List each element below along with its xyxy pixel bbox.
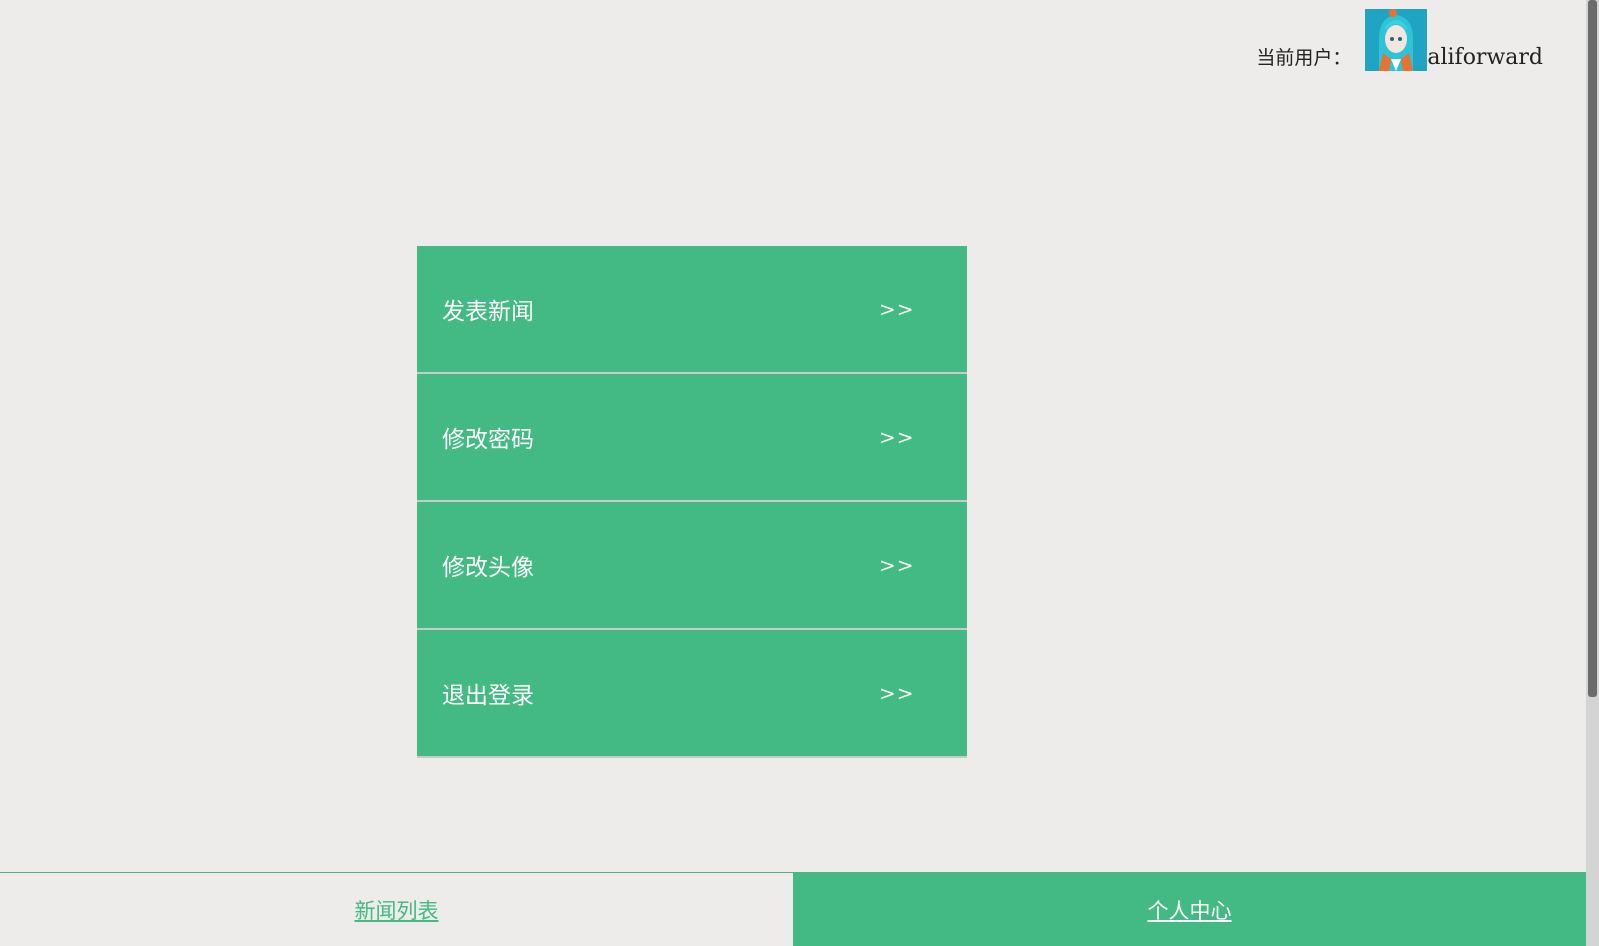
menu-item-change-password[interactable]: 修改密码 >> bbox=[417, 374, 967, 502]
menu-item-label: 修改头像 bbox=[442, 555, 534, 581]
tab-personal-center[interactable]: 个人中心 bbox=[793, 873, 1586, 946]
menu-item-publish-news[interactable]: 发表新闻 >> bbox=[417, 246, 967, 374]
menu-item-logout[interactable]: 退出登录 >> bbox=[417, 630, 967, 758]
chevron-right-icon: >> bbox=[879, 553, 915, 577]
menu-item-label: 退出登录 bbox=[442, 683, 534, 709]
personal-center-menu: 发表新闻 >> 修改密码 >> 修改头像 >> 退出登录 >> bbox=[417, 246, 967, 758]
chevron-right-icon: >> bbox=[879, 681, 915, 705]
chevron-right-icon: >> bbox=[879, 297, 915, 321]
page: 当前用户： aliforward 发表新闻 >> 修改密码 >> 修改头像 >>… bbox=[0, 0, 1599, 946]
menu-item-change-avatar[interactable]: 修改头像 >> bbox=[417, 502, 967, 630]
menu-item-label: 发表新闻 bbox=[442, 299, 534, 325]
current-user-info: 当前用户： aliforward bbox=[1256, 9, 1543, 71]
bottom-navigation: 新闻列表 个人中心 bbox=[0, 872, 1586, 946]
tab-news-list[interactable]: 新闻列表 bbox=[0, 873, 793, 946]
scrollbar-thumb[interactable] bbox=[1588, 0, 1597, 697]
current-user-label: 当前用户： bbox=[1256, 47, 1352, 69]
avatar-image bbox=[1365, 9, 1428, 71]
current-user-name: aliforward bbox=[1427, 45, 1543, 70]
chevron-right-icon: >> bbox=[879, 425, 915, 449]
vertical-scrollbar[interactable] bbox=[1586, 0, 1599, 946]
user-avatar[interactable] bbox=[1365, 9, 1428, 71]
menu-item-label: 修改密码 bbox=[442, 427, 534, 453]
